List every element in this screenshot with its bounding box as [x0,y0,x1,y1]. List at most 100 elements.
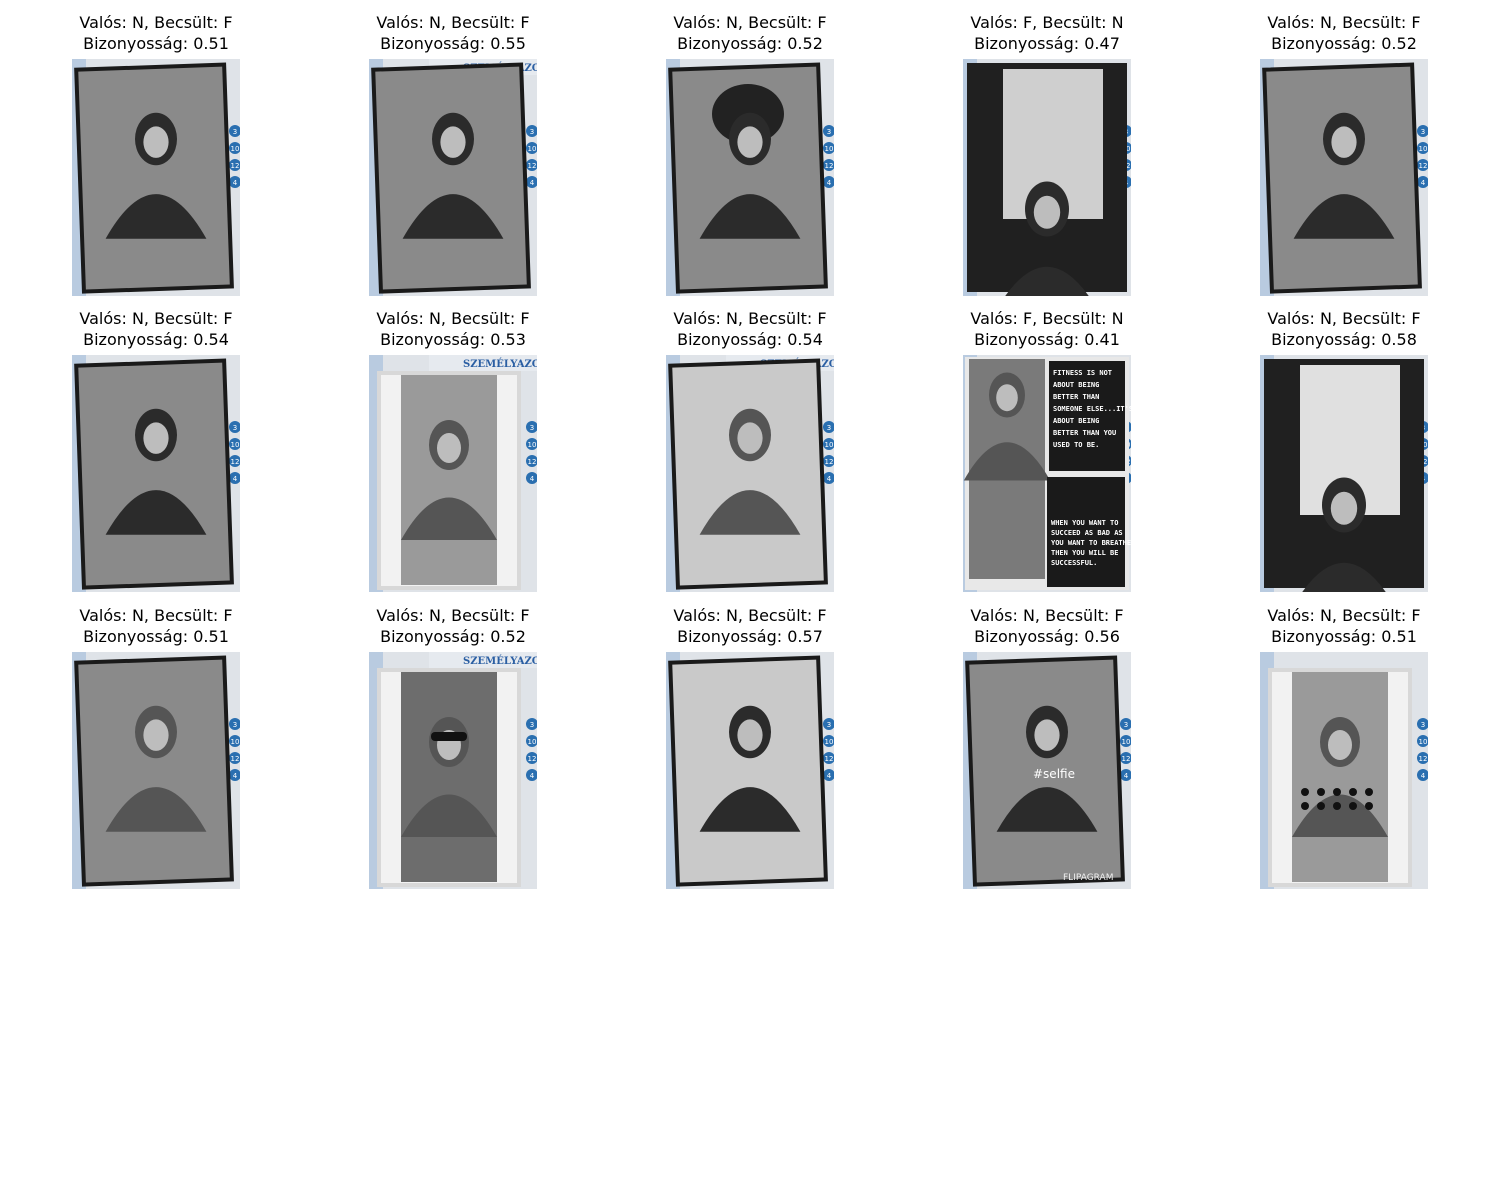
subplot-title-label: Valós: N, Becsült: F [376,13,530,32]
document-header-text: SZEMÉLYAZONO [463,358,537,370]
prediction-subplot: Valós: N, Becsült: F Bizonyosság: 0.51 3 10… [1229,605,1459,889]
prediction-subplot: Valós: F, Becsült: N Bizonyosság: 0.47 310… [932,12,1162,296]
subplot-title-label: Valós: N, Becsült: F [970,606,1124,625]
subplot-title-label: Valós: N, Becsült: F [79,606,233,625]
subplot-title-label: Valós: N, Becsült: F [1267,13,1421,32]
svg-text:3: 3 [233,424,237,432]
subplot-title-label: Valós: N, Becsült: F [376,606,530,625]
sample-image: 310124SZEMÉLYAZONO [369,59,537,296]
svg-text:12: 12 [825,755,834,763]
svg-text:12: 12 [1419,162,1428,170]
svg-text:10: 10 [528,738,537,746]
subplot-title-label: Valós: N, Becsült: F [1267,606,1421,625]
svg-text:10: 10 [231,738,240,746]
svg-text:4: 4 [827,475,832,483]
svg-text:4: 4 [1124,772,1129,780]
svg-text:12: 12 [231,162,240,170]
subplot-confidence-label: Bizonyosság: 0.58 [1271,330,1417,349]
subplot-title-label: Valós: N, Becsült: F [673,606,827,625]
prediction-subplot: Valós: N, Becsült: F Bizonyosság: 0.56 3 10… [932,605,1162,889]
prediction-subplot: Valós: N, Becsült: F Bizonyosság: 0.54 3 10… [635,308,865,592]
poster-quote-line: USED TO BE. [1053,441,1099,449]
prediction-subplot: Valós: N, Becsült: F Bizonyosság: 0.58 310… [1229,308,1459,592]
sample-image: 310124 [666,59,834,296]
photo-frame [74,655,234,887]
sample-image: 310124 [72,355,240,592]
prediction-subplot: Valós: N, Becsült: F Bizonyosság: 0.52 3 10… [338,605,568,889]
subplot-title-label: Valós: N, Becsült: F [1267,309,1421,328]
sample-image: 3 10 12 4 [72,652,240,889]
subplot-title-label: Valós: F, Becsült: N [970,13,1124,32]
poster-quote-line: WHEN YOU WANT TO [1051,519,1118,527]
sample-image: 3 10 12 4 [1260,59,1428,296]
subplot-title-label: Valós: N, Becsült: F [376,309,530,328]
svg-text:3: 3 [530,721,534,729]
svg-text:4: 4 [530,179,535,187]
subplot-title-label: Valós: F, Becsült: N [970,309,1124,328]
svg-text:12: 12 [825,458,834,466]
poster-quote-line: THEN YOU WILL BE [1051,549,1118,557]
svg-text:12: 12 [528,755,537,763]
photo-frame [74,358,234,590]
image-watermark: FLIPAGRAM [1063,873,1113,883]
poster-quote-line: FITNESS IS NOT [1053,369,1112,377]
svg-text:12: 12 [231,458,240,466]
subplot-title-label: Valós: N, Becsült: F [79,13,233,32]
poster-quote-line: YOU WANT TO BREATHE, [1051,539,1131,547]
svg-text:10: 10 [528,441,537,449]
prediction-grid: Valós: N, Becsült: F Bizonyosság: 0.51 3 10… [0,0,1500,900]
svg-text:3: 3 [1421,128,1425,136]
sample-image: 310124 [1260,652,1428,889]
svg-text:12: 12 [825,162,834,170]
svg-text:3: 3 [827,424,831,432]
quote-panel-top [1049,361,1125,471]
sample-image: 310124 [72,59,240,296]
svg-text:10: 10 [528,145,537,153]
poster-quote-line: BETTER THAN [1053,393,1099,401]
svg-text:12: 12 [528,458,537,466]
subplot-confidence-label: Bizonyosság: 0.54 [677,330,823,349]
sample-image: 310124FITNESS IS NOTABOUT BEINGBETTER TH… [963,355,1131,592]
svg-text:10: 10 [825,441,834,449]
svg-text:12: 12 [231,755,240,763]
svg-text:10: 10 [825,145,834,153]
subplot-confidence-label: Bizonyosság: 0.52 [677,34,823,53]
sample-image: 310124 [963,59,1131,296]
poster-quote-line: BETTER THAN YOU [1053,429,1116,437]
prediction-subplot: Valós: N, Becsült: F Bizonyosság: 0.51 3 10… [41,605,271,889]
svg-text:3: 3 [233,721,237,729]
subplot-confidence-label: Bizonyosság: 0.52 [380,627,526,646]
svg-text:10: 10 [1419,145,1428,153]
sunglasses [431,732,467,741]
prediction-subplot: Valós: N, Becsült: F Bizonyosság: 0.55 3 10… [338,12,568,296]
subplot-title-label: Valós: N, Becsült: F [673,309,827,328]
subplot-confidence-label: Bizonyosság: 0.56 [974,627,1120,646]
svg-text:3: 3 [233,128,237,136]
svg-text:4: 4 [1421,772,1426,780]
photo-frame [668,358,828,590]
svg-text:3: 3 [1421,721,1425,729]
svg-text:3: 3 [530,128,534,136]
prediction-subplot: Valós: N, Becsült: F Bizonyosság: 0.54 3 10… [41,308,271,592]
svg-text:4: 4 [233,772,238,780]
photo-frame [668,655,828,887]
sample-image: 310124 [666,652,834,889]
svg-text:4: 4 [827,772,832,780]
subplot-confidence-label: Bizonyosság: 0.53 [380,330,526,349]
subplot-title-label: Valós: N, Becsült: F [79,309,233,328]
svg-text:10: 10 [1419,738,1428,746]
subplot-confidence-label: Bizonyosság: 0.41 [974,330,1120,349]
svg-text:4: 4 [1421,179,1426,187]
svg-text:12: 12 [528,162,537,170]
svg-text:3: 3 [530,424,534,432]
subplot-confidence-label: Bizonyosság: 0.54 [83,330,229,349]
poster-quote-line: ABOUT BEING [1053,381,1099,389]
subplot-confidence-label: Bizonyosság: 0.47 [974,34,1120,53]
prediction-subplot: Valós: N, Becsült: F Bizonyosság: 0.51 3 10… [41,12,271,296]
svg-text:10: 10 [231,441,240,449]
svg-text:4: 4 [233,179,238,187]
photo-frame [74,62,234,294]
sample-image: 310124SZEMÉLYAZONO [369,652,537,889]
svg-text:4: 4 [827,179,832,187]
subplot-confidence-label: Bizonyosság: 0.51 [1271,627,1417,646]
